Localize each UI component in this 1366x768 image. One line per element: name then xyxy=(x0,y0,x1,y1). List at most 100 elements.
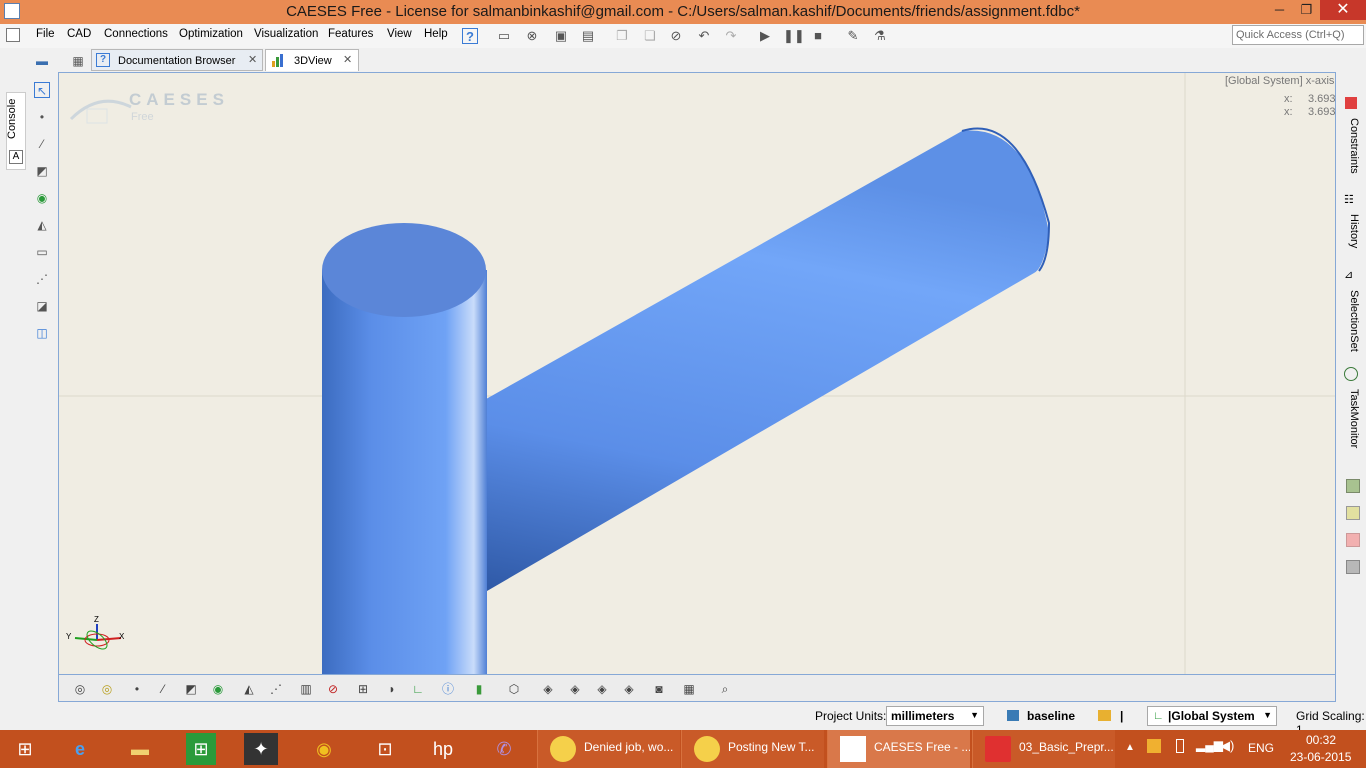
layout-icon[interactable]: ▦ xyxy=(70,53,86,69)
tab-selectionset[interactable]: SelectionSet xyxy=(1340,290,1360,360)
select-icon[interactable]: ↖ xyxy=(34,82,50,98)
menu-view[interactable]: View xyxy=(387,28,412,40)
view-front-icon[interactable]: ◈ xyxy=(539,680,557,698)
hp-icon[interactable]: hp xyxy=(426,733,460,765)
start-button-icon[interactable]: ⊞ xyxy=(8,733,42,765)
filter-curve-icon[interactable]: ⁄ xyxy=(154,680,172,698)
battery-icon[interactable] xyxy=(1176,739,1184,753)
view-top-icon[interactable]: ◈ xyxy=(593,680,611,698)
folder-icon[interactable] xyxy=(1098,710,1111,721)
bucket-icon[interactable]: ◪ xyxy=(34,298,50,314)
tray-app-icon[interactable] xyxy=(1147,739,1161,753)
box-icon[interactable]: ◫ xyxy=(34,325,50,341)
menu-visualization[interactable]: Visualization xyxy=(254,28,318,40)
tab-taskmonitor[interactable]: TaskMonitor xyxy=(1340,389,1360,459)
signal-icon[interactable]: ▂▄▆ xyxy=(1196,738,1223,752)
filter-error-icon[interactable]: ⊘ xyxy=(324,680,342,698)
maximize-button[interactable]: ❐ xyxy=(1293,0,1320,20)
system-select[interactable]: |Global System ▼ xyxy=(1147,706,1277,726)
tab-history[interactable]: History xyxy=(1340,214,1360,260)
vertical-cylinder[interactable] xyxy=(322,270,487,675)
save-icon[interactable]: ▣ xyxy=(553,28,569,44)
coordinate-icon[interactable]: ∟ xyxy=(409,680,427,698)
angled-cylinder[interactable] xyxy=(470,130,1049,591)
project-units-select[interactable]: millimeters ▼ xyxy=(886,706,984,726)
paste-icon[interactable]: ❏ xyxy=(642,28,658,44)
feature-icon[interactable]: ◉ xyxy=(34,190,50,206)
view-side-icon[interactable]: ◈ xyxy=(566,680,584,698)
console-icon[interactable]: A xyxy=(9,150,23,164)
volume-icon[interactable]: ◀) xyxy=(1220,738,1234,754)
filter-dotted-icon[interactable]: ⋰ xyxy=(267,680,285,698)
status-gray-icon[interactable] xyxy=(1346,560,1360,574)
status-green-icon[interactable] xyxy=(1346,479,1360,493)
save-as-icon[interactable]: ▤ xyxy=(580,28,596,44)
filter-solid-icon[interactable]: ◭ xyxy=(240,680,258,698)
taskbar-caeses[interactable]: CAESES Free - ... xyxy=(827,730,970,768)
curve-icon[interactable]: ⁄ xyxy=(34,136,50,152)
clock-time[interactable]: 00:32 xyxy=(1306,733,1336,747)
language-indicator[interactable]: ENG xyxy=(1248,741,1274,755)
tab-constraints[interactable]: Constraints xyxy=(1340,118,1360,182)
menu-connections[interactable]: Connections xyxy=(104,28,168,40)
clock-date[interactable]: 23-06-2015 xyxy=(1290,750,1351,764)
menu-optimization[interactable]: Optimization xyxy=(179,28,243,40)
dotted-line-icon[interactable]: ⋰ xyxy=(34,271,50,287)
zoom-icon[interactable]: ⌕ xyxy=(716,680,734,698)
remote-app-icon[interactable]: ⊡ xyxy=(368,733,402,765)
view-bottom-icon[interactable]: ◈ xyxy=(620,680,638,698)
filter-shell-icon[interactable]: ◗ xyxy=(383,680,401,698)
run-icon[interactable]: ▶ xyxy=(757,28,773,44)
viber-icon[interactable]: ✆ xyxy=(487,733,521,765)
close-project-icon[interactable]: ⊗ xyxy=(524,28,540,44)
point-icon[interactable]: • xyxy=(34,109,50,125)
tray-expand-icon[interactable]: ▲ xyxy=(1125,742,1135,753)
tab-documentation-browser[interactable]: Documentation Browser xyxy=(91,49,263,71)
parameter-icon[interactable]: ▭ xyxy=(34,244,50,260)
filter-surface-icon[interactable]: ◩ xyxy=(182,680,200,698)
stop-icon[interactable]: ⊘ xyxy=(668,28,684,44)
menu-cad[interactable]: CAD xyxy=(67,28,91,40)
status-yellow-icon[interactable] xyxy=(1346,506,1360,520)
edit-icon[interactable]: ✎ xyxy=(845,28,861,44)
3d-viewport[interactable]: CAESES Free [Global System] x-axis x: 3.… xyxy=(58,72,1336,675)
menu-file[interactable]: File xyxy=(36,28,55,40)
filter-all-icon[interactable]: ◎ xyxy=(71,680,89,698)
quick-access-input[interactable]: Quick Access (Ctrl+Q) xyxy=(1232,25,1364,45)
copy-icon[interactable]: ❐ xyxy=(614,28,630,44)
filter-mesh-icon[interactable]: ▥ xyxy=(297,680,315,698)
filter-dim-icon[interactable]: ◎ xyxy=(98,680,116,698)
lock-icon[interactable]: ▮ xyxy=(470,680,488,698)
project-folder-icon[interactable]: ▬ xyxy=(34,53,50,69)
internet-explorer-icon[interactable]: e xyxy=(63,733,97,765)
taskbar-pdf[interactable]: 03_Basic_Prepr... xyxy=(972,730,1115,768)
redo-icon[interactable]: ↷ xyxy=(723,28,739,44)
media-app-icon[interactable]: ◉ xyxy=(307,733,341,765)
menu-features[interactable]: Features xyxy=(328,28,373,40)
store-icon[interactable]: ⊞ xyxy=(186,733,216,765)
camera-icon[interactable]: ◙ xyxy=(650,680,668,698)
filter-point-icon[interactable]: • xyxy=(128,680,146,698)
stop-run-icon[interactable]: ■ xyxy=(810,28,826,44)
info-icon[interactable]: ⓘ xyxy=(439,680,457,698)
menu-help[interactable]: Help xyxy=(424,28,448,40)
undo-icon[interactable]: ↶ xyxy=(696,28,712,44)
grid-icon[interactable]: ▦ xyxy=(680,680,698,698)
app-colorful-icon[interactable]: ✦ xyxy=(244,733,278,765)
filter-feature-icon[interactable]: ◉ xyxy=(209,680,227,698)
help-icon[interactable]: ? xyxy=(462,28,478,44)
taskbar-chrome-1[interactable]: Denied job, wo... xyxy=(537,730,680,768)
file-explorer-icon[interactable]: ▬ xyxy=(123,733,157,765)
pause-icon[interactable]: ❚❚ xyxy=(783,28,805,44)
tab-3dview-close[interactable]: ✕ xyxy=(343,53,352,66)
app-menu-icon[interactable] xyxy=(6,28,20,42)
tab-documentation-close[interactable]: ✕ xyxy=(248,53,257,66)
surface-icon[interactable]: ◩ xyxy=(34,163,50,179)
close-button[interactable]: ✕ xyxy=(1320,0,1366,20)
filter-grid-icon[interactable]: ⊞ xyxy=(354,680,372,698)
design-label[interactable]: baseline xyxy=(1027,709,1075,723)
taskbar-chrome-2[interactable]: Posting New T... xyxy=(681,730,824,768)
minimize-button[interactable]: ─ xyxy=(1266,0,1293,20)
open-folder-icon[interactable]: ▭ xyxy=(496,28,512,44)
view-iso-icon[interactable]: ⬡ xyxy=(505,680,523,698)
